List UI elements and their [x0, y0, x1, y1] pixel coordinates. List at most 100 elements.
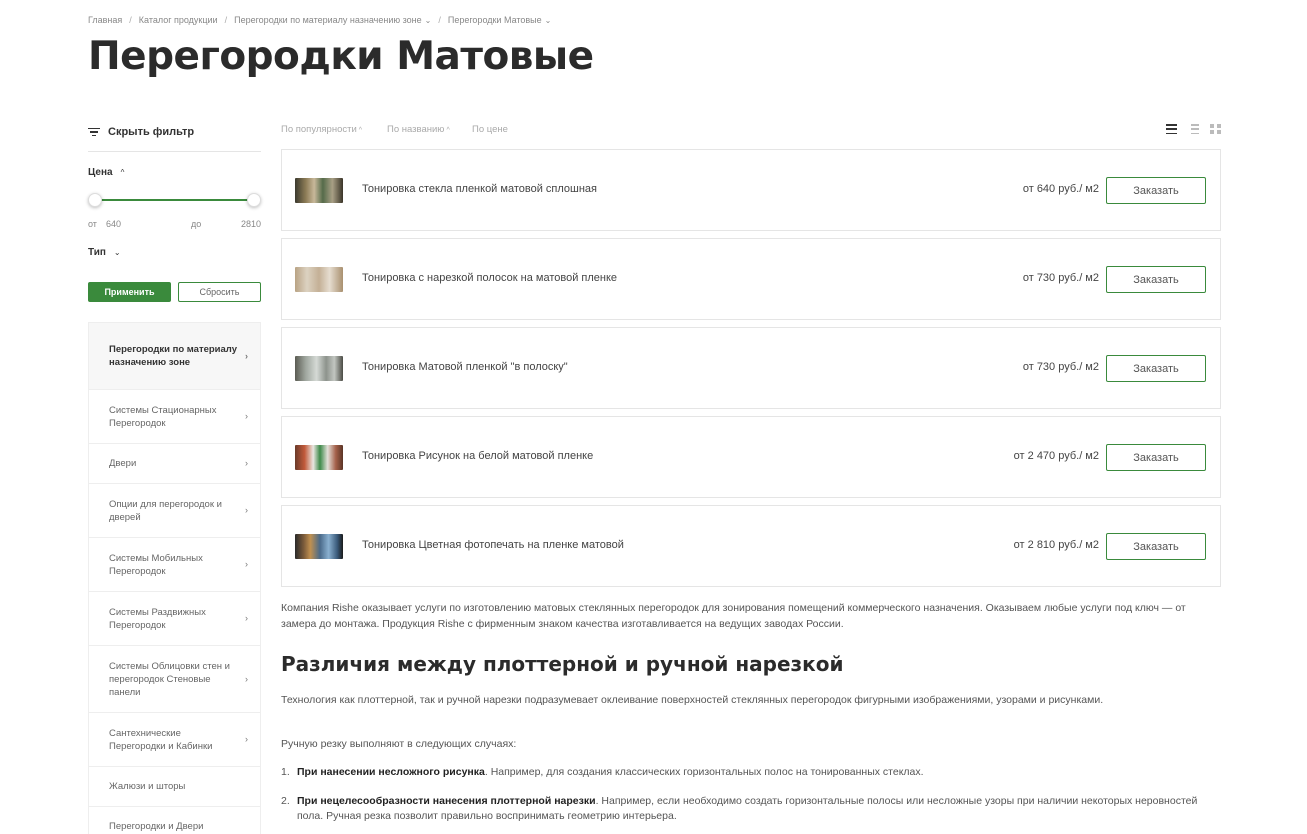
- price-to-label: до: [191, 219, 202, 229]
- type-filter-label: Тип: [88, 247, 106, 258]
- product-price: от 2 470 руб./ м2: [1013, 450, 1099, 462]
- hide-filter-button[interactable]: Скрыть фильтр: [88, 120, 261, 144]
- list-item-bold: При нецелесообразности нанесения плоттер…: [297, 795, 596, 807]
- category-item[interactable]: Системы Облицовки стен и перегородок Сте…: [89, 646, 260, 713]
- breadcrumb-material-partitions[interactable]: Перегородки по материалу назначению зоне: [234, 15, 422, 25]
- order-button[interactable]: Заказать: [1106, 355, 1206, 382]
- breadcrumb-separator: /: [129, 15, 132, 25]
- description-section: Компания Rishe оказывает услуги по изгот…: [281, 600, 1221, 822]
- sort-name-label: По названию: [387, 124, 445, 135]
- list-item: 2. При нецелесообразности нанесения плот…: [281, 794, 1211, 824]
- type-filter-header[interactable]: Тип ⌄: [88, 247, 121, 258]
- body-paragraph: Ручную резку выполняют в следующих случа…: [281, 738, 517, 750]
- order-button[interactable]: Заказать: [1106, 533, 1206, 560]
- price-from-label: от: [88, 219, 97, 229]
- reset-button[interactable]: Сбросить: [178, 282, 261, 302]
- chevron-right-icon: ›: [245, 673, 248, 684]
- category-item[interactable]: Жалюзи и шторы: [89, 767, 260, 807]
- price-slider[interactable]: [88, 193, 261, 207]
- sidebar: Скрыть фильтр Цена ^ от 640 до 2810 Тип …: [88, 120, 261, 834]
- price-filter-header[interactable]: Цена ^: [88, 167, 124, 178]
- price-slider-track: [94, 199, 255, 201]
- chevron-right-icon: ›: [245, 559, 248, 569]
- category-item-label: Сантехнические Перегородки и Кабинки: [109, 727, 213, 752]
- product-name-link[interactable]: Тонировка Матовой пленкой "в полоску": [362, 361, 568, 373]
- category-item[interactable]: Перегородки и Двери: [89, 807, 260, 834]
- product-image[interactable]: [295, 445, 343, 470]
- price-slider-max-handle[interactable]: [247, 193, 261, 207]
- chevron-down-icon: ⌄: [113, 248, 121, 257]
- compact-list-view-icon[interactable]: [1188, 124, 1199, 134]
- product-name-link[interactable]: Тонировка стекла пленкой матовой сплошна…: [362, 183, 597, 195]
- body-paragraph: Технология как плоттерной, так и ручной …: [281, 694, 1104, 706]
- category-item-label: Перегородки и Двери: [109, 821, 204, 832]
- hide-filter-label: Скрыть фильтр: [108, 126, 195, 138]
- product-price: от 730 руб./ м2: [1022, 361, 1099, 373]
- product-list: Тонировка стекла пленкой матовой сплошна…: [281, 149, 1221, 594]
- chevron-right-icon: ›: [245, 458, 248, 468]
- category-item-label: Системы Стационарных Перегородок: [109, 404, 217, 429]
- numbered-list: 1. При нанесении несложного рисунка. Нап…: [281, 765, 1211, 834]
- breadcrumb-catalog[interactable]: Каталог продукции: [139, 15, 218, 25]
- category-item[interactable]: Двери ›: [89, 444, 260, 484]
- category-item[interactable]: Перегородки по материалу назначению зоне…: [89, 323, 260, 390]
- chevron-right-icon: ›: [245, 734, 248, 744]
- product-name-link[interactable]: Тонировка Цветная фотопечать на пленке м…: [362, 539, 624, 551]
- product-price: от 730 руб./ м2: [1022, 272, 1099, 284]
- list-item: 1. При нанесении несложного рисунка. Нап…: [281, 765, 1211, 780]
- category-item[interactable]: Системы Мобильных Перегородок ›: [89, 538, 260, 592]
- category-item[interactable]: Опции для перегородок и дверей ›: [89, 484, 260, 538]
- category-item-label: Двери: [109, 458, 137, 469]
- order-button[interactable]: Заказать: [1106, 444, 1206, 471]
- chevron-down-icon[interactable]: ⌄: [425, 16, 432, 25]
- price-to-input[interactable]: 2810: [241, 219, 261, 229]
- price-filter-label: Цена: [88, 167, 113, 178]
- chevron-up-icon: ^: [120, 168, 125, 177]
- divider: [88, 151, 261, 152]
- category-item-label: Системы Облицовки стен и перегородок Сте…: [109, 660, 230, 698]
- grid-view-icon[interactable]: [1210, 124, 1221, 134]
- section-heading: Различия между плоттерной и ручной нарез…: [281, 652, 844, 676]
- list-item-bold: При нанесении несложного рисунка: [297, 766, 485, 778]
- order-button[interactable]: Заказать: [1106, 177, 1206, 204]
- product-image[interactable]: [295, 534, 343, 559]
- price-from-input[interactable]: 640: [106, 219, 121, 229]
- category-item-label: Жалюзи и шторы: [109, 781, 186, 792]
- intro-paragraph: Компания Rishe оказывает услуги по изгот…: [281, 602, 1186, 630]
- list-number: 2.: [281, 795, 290, 807]
- category-item-label: Опции для перегородок и дверей: [109, 498, 222, 523]
- category-item-label: Системы Мобильных Перегородок: [109, 552, 203, 577]
- product-image[interactable]: [295, 178, 343, 203]
- chevron-up-icon: ^: [446, 127, 450, 134]
- product-name-link[interactable]: Тонировка с нарезкой полосок на матовой …: [362, 272, 617, 284]
- product-name-link[interactable]: Тонировка Рисунок на белой матовой пленк…: [362, 450, 593, 462]
- order-button[interactable]: Заказать: [1106, 266, 1206, 293]
- category-item[interactable]: Сантехнические Перегородки и Кабинки ›: [89, 713, 260, 767]
- product-image[interactable]: [295, 267, 343, 292]
- page-title: Перегородки Матовые: [88, 34, 594, 79]
- product-row: Тонировка Рисунок на белой матовой пленк…: [281, 416, 1221, 498]
- product-price: от 2 810 руб./ м2: [1013, 539, 1099, 551]
- list-number: 1.: [281, 766, 290, 778]
- product-row: Тонировка Матовой пленкой "в полоску" от…: [281, 327, 1221, 409]
- breadcrumb-home[interactable]: Главная: [88, 15, 122, 25]
- view-switcher: [1166, 124, 1221, 134]
- sort-by-popularity[interactable]: По популярности ^: [281, 124, 362, 135]
- breadcrumb-separator: /: [438, 15, 441, 25]
- list-item-text: . Например, для создания классических го…: [484, 766, 924, 778]
- product-price: от 640 руб./ м2: [1022, 183, 1099, 195]
- sort-popularity-label: По популярности: [281, 124, 357, 135]
- category-item[interactable]: Системы Раздвижных Перегородок ›: [89, 592, 260, 646]
- breadcrumb-current[interactable]: Перегородки Матовые: [448, 15, 542, 25]
- category-item-label: Системы Раздвижных Перегородок: [109, 606, 206, 631]
- category-menu: Перегородки по материалу назначению зоне…: [88, 322, 261, 834]
- sort-by-price[interactable]: По цене: [472, 124, 508, 135]
- sort-by-name[interactable]: По названию ^: [387, 124, 450, 135]
- chevron-down-icon[interactable]: ⌄: [545, 16, 552, 25]
- chevron-right-icon: ›: [245, 350, 248, 361]
- category-item[interactable]: Системы Стационарных Перегородок ›: [89, 390, 260, 444]
- list-view-icon[interactable]: [1166, 124, 1177, 134]
- price-slider-min-handle[interactable]: [88, 193, 102, 207]
- product-image[interactable]: [295, 356, 343, 381]
- apply-button[interactable]: Применить: [88, 282, 171, 302]
